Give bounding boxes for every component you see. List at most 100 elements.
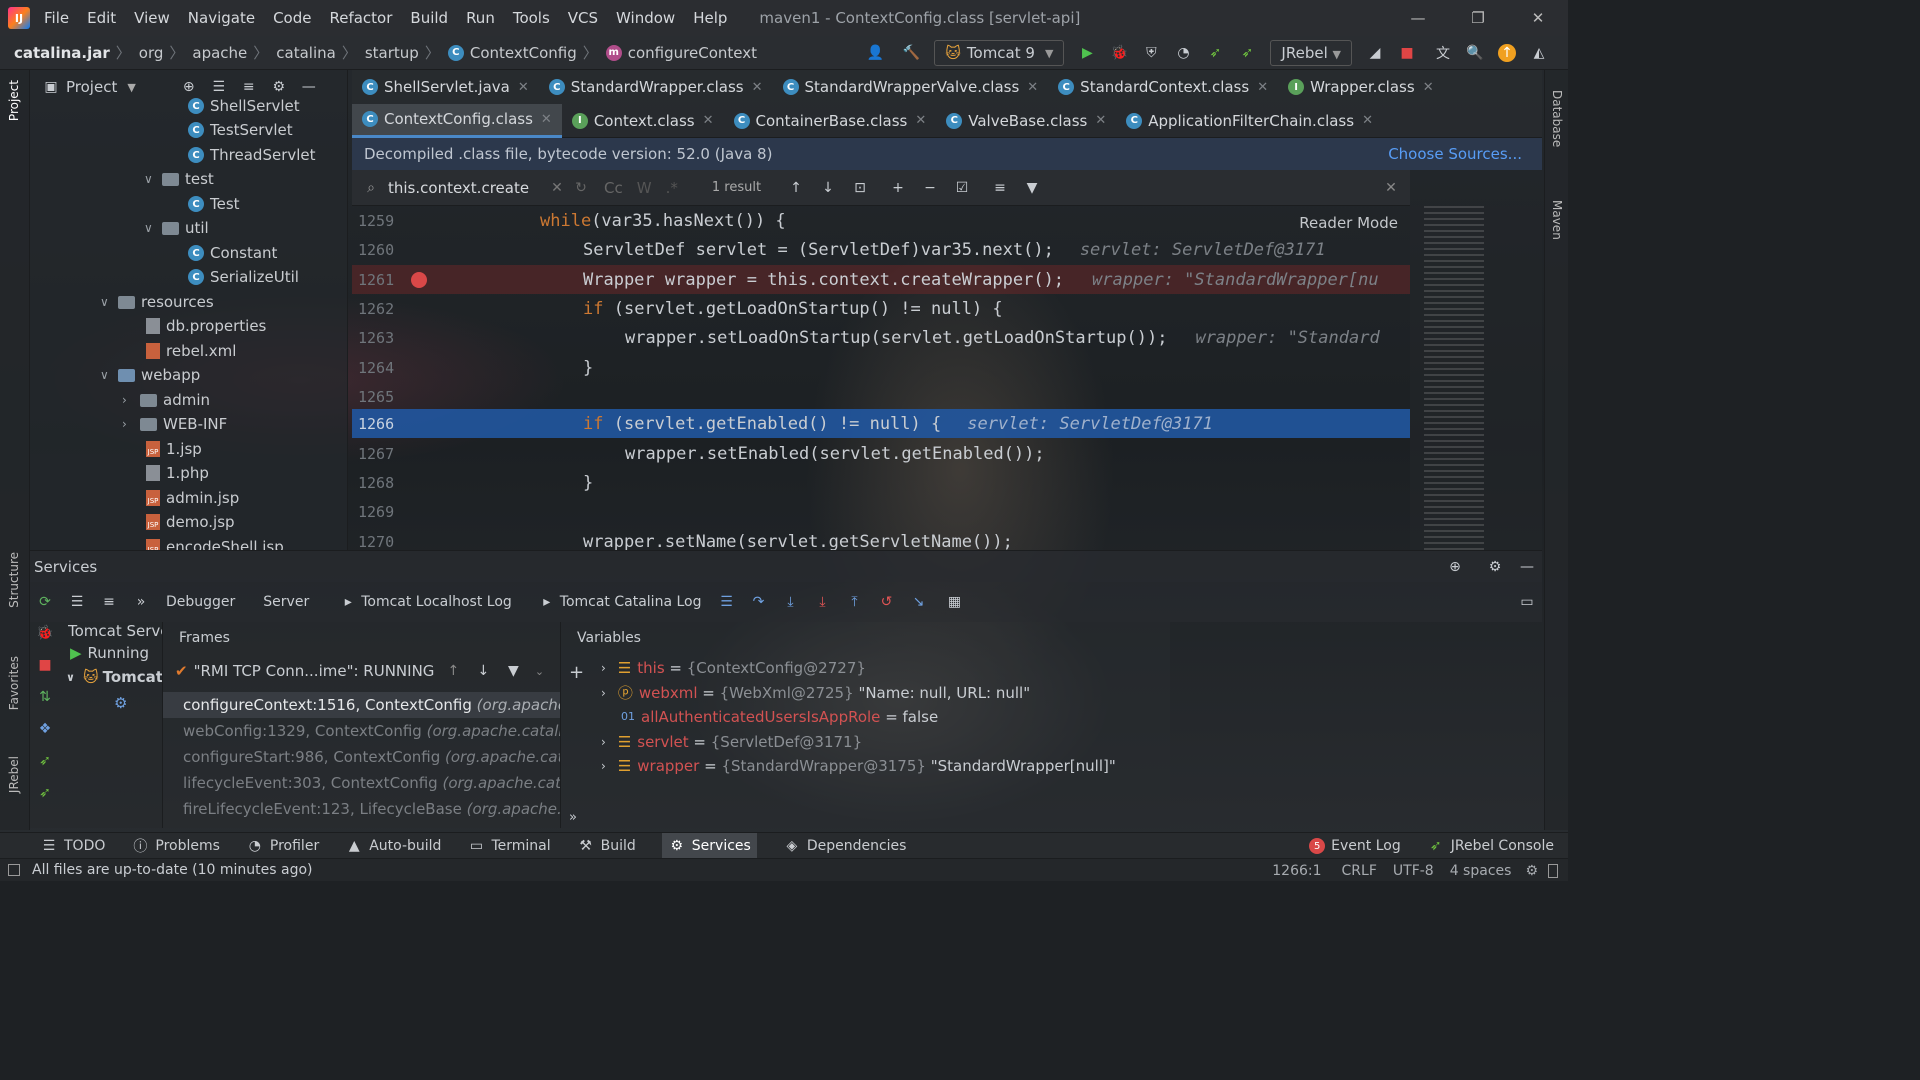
remove-occurrence-icon[interactable]: − bbox=[921, 179, 939, 197]
breadcrumb-apache[interactable]: apache bbox=[192, 44, 247, 62]
tree-item-threadservlet[interactable]: C ThreadServlet bbox=[188, 143, 316, 167]
stack-frame[interactable]: fireLifecycleEvent:123, LifecycleBase (o… bbox=[163, 796, 561, 822]
clear-icon[interactable]: ✕ bbox=[548, 179, 566, 197]
expand-arrow-icon[interactable]: › bbox=[601, 686, 606, 700]
arrow-up-icon[interactable]: ↑ bbox=[444, 662, 462, 680]
stack-frame[interactable]: configureStart:986, ContextConfig (org.a… bbox=[163, 744, 561, 770]
close-icon[interactable]: ✕ bbox=[1423, 80, 1434, 95]
breadcrumb-org[interactable]: org bbox=[139, 44, 164, 62]
step-over-icon[interactable]: ↷ bbox=[749, 593, 767, 611]
code-minimap[interactable] bbox=[1410, 206, 1542, 550]
add-occurrence-icon[interactable]: + bbox=[889, 179, 907, 197]
tree-item-admin-jsp[interactable]: JSP admin.jsp bbox=[146, 486, 239, 510]
tree-item-admin[interactable]: › admin bbox=[122, 388, 210, 412]
arrow-down-icon[interactable]: ↓ bbox=[819, 179, 837, 197]
add-watch-icon[interactable]: + bbox=[569, 662, 584, 683]
jrebel-update-icon[interactable]: ◢ bbox=[1366, 44, 1384, 62]
favorites-tool-tab[interactable]: Favorites bbox=[7, 656, 21, 710]
database-tool-tab[interactable]: Database bbox=[1550, 90, 1564, 147]
jrebel-console-tool-button[interactable]: ➶ JRebel Console bbox=[1427, 837, 1554, 855]
thread-selector[interactable]: ✔ "RMI TCP Conn...ime": RUNNING ↑ ↓ ▼ ⌄ bbox=[175, 662, 555, 680]
menu-refactor[interactable]: Refactor bbox=[329, 9, 392, 27]
menu-build[interactable]: Build bbox=[410, 9, 448, 27]
project-title[interactable]: Project bbox=[66, 78, 117, 96]
step-into-icon[interactable]: ⤓ bbox=[781, 593, 799, 611]
jrebel-debug-icon[interactable]: ➶ bbox=[1238, 44, 1256, 62]
close-icon[interactable]: ✕ bbox=[703, 113, 714, 128]
breadcrumb-class[interactable]: ContextConfig bbox=[470, 44, 577, 62]
refresh-icon[interactable]: ⟳ bbox=[36, 593, 54, 611]
close-icon[interactable]: ✕ bbox=[1362, 113, 1373, 128]
jrebel-icon[interactable]: ➶ bbox=[36, 752, 54, 770]
search-icon[interactable]: ⌕ bbox=[362, 179, 380, 197]
tree-item-testservlet[interactable]: C TestServlet bbox=[188, 118, 293, 142]
menu-file[interactable]: File bbox=[44, 9, 69, 27]
tab-tomcat-catalina-log[interactable]: Tomcat Catalina Log bbox=[560, 594, 702, 610]
tab-valvebase[interactable]: C ValveBase.class ✕ bbox=[936, 104, 1116, 138]
arrow-down-icon[interactable]: ↓ bbox=[474, 662, 492, 680]
todo-tool-button[interactable]: ☰ TODO bbox=[40, 837, 106, 855]
words-toggle[interactable]: W bbox=[637, 179, 652, 197]
tree-item-test-class[interactable]: C Test bbox=[188, 192, 240, 216]
breadcrumb-jar[interactable]: catalina.jar bbox=[14, 44, 110, 62]
search-icon[interactable]: 🔍 bbox=[1466, 44, 1484, 62]
chevron-down-icon[interactable]: ▼ bbox=[127, 81, 135, 94]
menu-window[interactable]: Window bbox=[616, 9, 675, 27]
match-case-toggle[interactable]: Cc bbox=[604, 179, 623, 197]
select-all-occurrences-icon[interactable]: ☑ bbox=[953, 179, 971, 197]
jrebel-debug-icon[interactable]: ➶ bbox=[36, 784, 54, 802]
run-icon[interactable]: ▶ bbox=[1078, 44, 1096, 62]
drop-frame-icon[interactable]: ↺ bbox=[877, 593, 895, 611]
reader-mode-button[interactable]: Reader Mode bbox=[1299, 214, 1398, 232]
memory-indicator[interactable] bbox=[1548, 863, 1558, 878]
code-editor[interactable]: Reader Mode 1259 while (var35.hasNext()) {… bbox=[352, 206, 1410, 550]
filter-lines-icon[interactable]: ≡ bbox=[991, 179, 1009, 197]
menu-view[interactable]: View bbox=[134, 9, 170, 27]
menu-edit[interactable]: Edit bbox=[87, 9, 116, 27]
cluster-icon[interactable]: ❖ bbox=[36, 720, 54, 738]
variable-row[interactable]: › ⓟ webxml = {WebXml@2725} "Name: null, UR… bbox=[601, 680, 1030, 705]
expand-arrow-icon[interactable]: › bbox=[601, 661, 606, 675]
file-encoding[interactable]: UTF-8 bbox=[1393, 863, 1434, 879]
profiler-tool-button[interactable]: ◔ Profiler bbox=[246, 837, 319, 855]
services-tree-running[interactable]: ▶ Running bbox=[70, 644, 149, 662]
maven-tool-tab[interactable]: Maven bbox=[1550, 200, 1564, 240]
close-icon[interactable]: ✕ bbox=[1257, 80, 1268, 95]
services-tree-tomcat[interactable]: ∨ 🐱 Tomcat bbox=[66, 668, 163, 686]
expand-arrow-icon[interactable]: ∨ bbox=[66, 671, 75, 684]
filter-icon[interactable]: ▼ bbox=[1023, 179, 1041, 197]
problems-tool-button[interactable]: ⓘ Problems bbox=[131, 837, 220, 855]
build-tool-button[interactable]: ⚒ Build bbox=[577, 837, 635, 855]
tab-tomcat-localhost-log[interactable]: Tomcat Localhost Log bbox=[361, 594, 512, 610]
more-icon[interactable]: » bbox=[132, 593, 150, 611]
caret-position[interactable]: 1266:1 bbox=[1272, 863, 1321, 879]
update-icon[interactable]: ↑ bbox=[1498, 44, 1516, 62]
close-window-icon[interactable]: ✕ bbox=[1508, 9, 1568, 27]
collapse-arrow-icon[interactable]: › bbox=[122, 393, 140, 407]
tree-item-rebel-xml[interactable]: rebel.xml bbox=[146, 339, 236, 363]
jrebel-tool-tab[interactable]: JRebel bbox=[7, 756, 21, 793]
stop-icon[interactable]: ■ bbox=[36, 656, 54, 674]
show-execution-point-icon[interactable]: ☰ bbox=[717, 593, 735, 611]
expand-all-icon[interactable]: ☰ bbox=[68, 593, 86, 611]
stop-icon[interactable]: ■ bbox=[1398, 44, 1416, 62]
user-icon[interactable]: 👤 bbox=[866, 44, 884, 62]
search-input[interactable]: this.context.create bbox=[388, 179, 548, 197]
breadcrumb-method[interactable]: configureContext bbox=[628, 44, 757, 62]
locate-icon[interactable]: ⊕ bbox=[1446, 558, 1464, 576]
close-icon[interactable]: ✕ bbox=[518, 80, 529, 95]
terminal-tool-button[interactable]: ▭ Terminal bbox=[467, 837, 551, 855]
jrebel-run-icon[interactable]: ➶ bbox=[1206, 44, 1224, 62]
tree-item-shellservlet[interactable]: C ShellServlet bbox=[188, 94, 300, 118]
tree-item-resources[interactable]: ∨ resources bbox=[100, 290, 214, 314]
expand-arrow-icon[interactable]: › bbox=[601, 759, 606, 773]
step-out-icon[interactable]: ⤒ bbox=[845, 593, 863, 611]
menu-help[interactable]: Help bbox=[693, 9, 727, 27]
variable-row[interactable]: › ☰ wrapper = {StandardWrapper@3175} "Stan… bbox=[601, 753, 1116, 778]
variable-row[interactable]: › ☰ this = {ContextConfig@2727} bbox=[601, 655, 866, 680]
jrebel-selector[interactable]: JRebel ▼ bbox=[1270, 40, 1352, 66]
close-icon[interactable]: ✕ bbox=[752, 80, 763, 95]
collapse-arrow-icon[interactable]: › bbox=[122, 417, 140, 431]
tree-item-1-php[interactable]: 1.php bbox=[146, 461, 209, 485]
expand-arrow-icon[interactable]: ∨ bbox=[144, 221, 162, 235]
